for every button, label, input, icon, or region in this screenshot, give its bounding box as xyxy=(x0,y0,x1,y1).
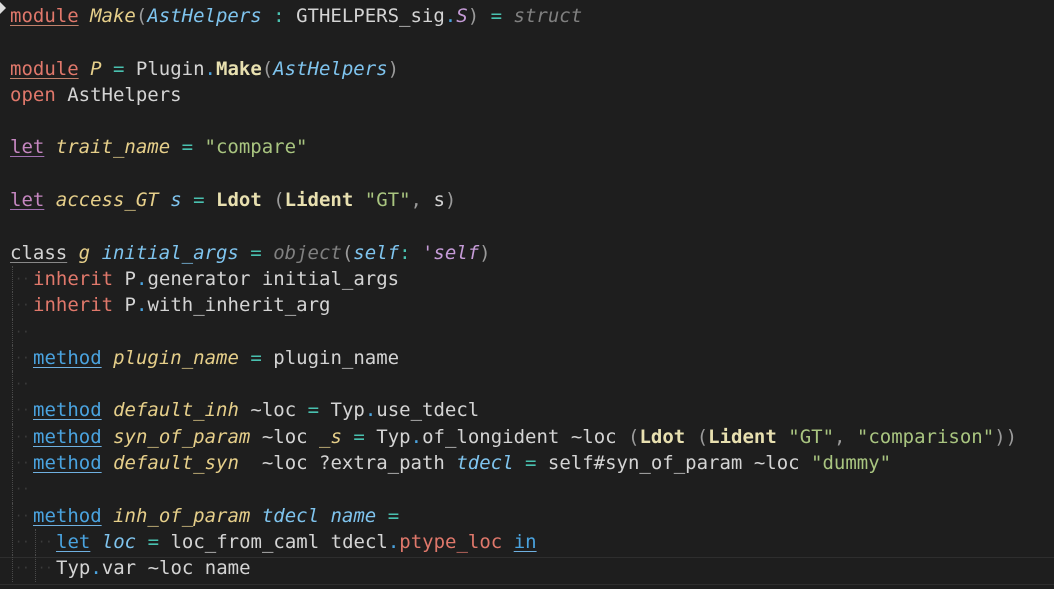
code-line[interactable]: module Make(AstHelpers : GTHELPERS_sig.S… xyxy=(10,3,1054,29)
code-line[interactable]: let trait_name = "compare" xyxy=(10,134,1054,160)
code-line[interactable]: inherit P.with_inherit_arg xyxy=(10,292,1054,319)
mouse-cursor-icon xyxy=(0,2,6,14)
code-line[interactable]: module P = Plugin.Make(AstHelpers) xyxy=(10,56,1054,82)
code-line[interactable]: method plugin_name = plugin_name xyxy=(10,344,1054,372)
code-line[interactable] xyxy=(10,29,1054,55)
code-line[interactable]: open AstHelpers xyxy=(10,82,1054,108)
code-line[interactable]: inherit P.generator initial_args xyxy=(10,265,1054,293)
code-line[interactable]: class g initial_args = object(self: 'sel… xyxy=(10,240,1054,266)
code-line[interactable]: method syn_of_param ~loc _s = Typ.of_lon… xyxy=(10,423,1054,451)
code-line[interactable]: let loc = loc_from_caml tdecl.ptype_loc … xyxy=(10,528,1054,556)
code-line[interactable]: Typ.var ~loc name xyxy=(10,555,1054,582)
code-line[interactable] xyxy=(10,108,1054,134)
code-editor[interactable]: module Make(AstHelpers : GTHELPERS_sig.S… xyxy=(0,0,1054,589)
code-line[interactable] xyxy=(10,476,1054,503)
code-line[interactable]: method default_syn ~loc ?extra_path tdec… xyxy=(10,450,1054,477)
code-line[interactable]: let access_GT s = Ldot (Lident "GT", s) xyxy=(10,187,1054,213)
code-line[interactable] xyxy=(10,318,1054,346)
code-line[interactable]: method inh_of_param tdecl name = xyxy=(10,502,1054,530)
code-line[interactable] xyxy=(10,371,1054,398)
code-line[interactable]: method default_inh ~loc = Typ.use_tdecl xyxy=(10,397,1054,425)
code-line[interactable] xyxy=(10,161,1054,187)
code-line[interactable] xyxy=(10,213,1054,239)
